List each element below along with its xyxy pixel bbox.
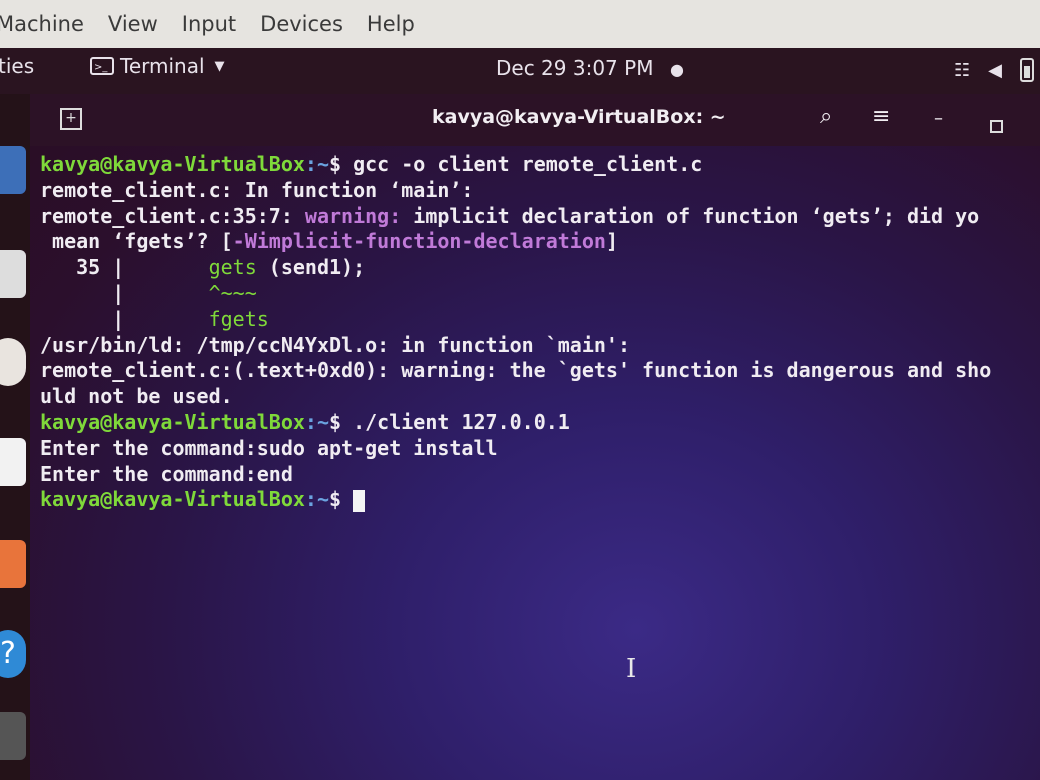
notification-dot-icon: ●: [670, 60, 684, 79]
mouse-ibeam-cursor-icon: I: [626, 654, 637, 684]
text-cursor: [353, 489, 366, 512]
warning-text: warning:: [304, 203, 402, 228]
highlight-text: gets: [208, 255, 257, 280]
menu-devices[interactable]: Devices: [260, 12, 343, 36]
command-text: $ ./client 127.0.0.1: [329, 409, 570, 434]
dock-show-apps-icon[interactable]: [0, 712, 26, 760]
app-menu-label: Terminal: [120, 54, 205, 78]
clock[interactable]: Dec 29 3:07 PM: [496, 56, 653, 80]
terminal-line: remote_client.c:(.text+0xd0): warning: t…: [40, 358, 1040, 384]
menu-input[interactable]: Input: [182, 12, 236, 36]
activities-button[interactable]: ties: [0, 54, 34, 78]
terminal-line: Enter the command:end: [40, 462, 1040, 488]
output-text: ]: [605, 229, 618, 254]
prompt-path: :~: [304, 487, 329, 512]
terminal-line: | fgets: [40, 307, 1040, 333]
terminal-line: remote_client.c:35:7: warning: implicit …: [40, 204, 1040, 230]
prompt-user: kavya@kavya-VirtualBox: [40, 487, 305, 512]
dock-app-icon[interactable]: [0, 146, 26, 194]
new-tab-icon[interactable]: +: [60, 108, 82, 130]
output-text: Enter the command:sudo apt-get install: [40, 435, 498, 460]
chevron-down-icon: ▼: [214, 58, 225, 74]
battery-icon: [1020, 58, 1034, 82]
minimize-icon[interactable]: –: [934, 108, 943, 129]
dock-writer-icon[interactable]: [0, 438, 26, 486]
output-text: |: [40, 306, 209, 331]
search-icon[interactable]: ⌕: [820, 104, 832, 129]
dock-files-icon[interactable]: [0, 250, 26, 298]
output-text: remote_client.c:(.text+0xd0): warning: t…: [40, 358, 992, 383]
prompt-path: :~: [304, 409, 329, 434]
terminal-line: mean ‘fgets’? [-Wimplicit-function-decla…: [40, 229, 1040, 255]
terminal-line: remote_client.c: In function ‘main’:: [40, 178, 1040, 204]
terminal-line: uld not be used.: [40, 384, 1040, 410]
output-text: uld not be used.: [40, 384, 233, 409]
hamburger-menu-icon[interactable]: ≡: [872, 104, 890, 129]
output-text: (send1);: [256, 255, 366, 280]
prompt-user: kavya@kavya-VirtualBox: [40, 152, 305, 176]
terminal-line: kavya@kavya-VirtualBox:~$ gcc -o client …: [40, 152, 1040, 178]
menu-view[interactable]: View: [108, 12, 158, 36]
terminal-line: | ^~~~: [40, 281, 1040, 307]
terminal-line: 35 | gets (send1);: [40, 255, 1040, 281]
app-menu[interactable]: >_ Terminal ▼: [90, 54, 225, 78]
system-tray[interactable]: ☷ ◀: [954, 58, 1034, 82]
top-panel: ties >_ Terminal ▼ Dec 29 3:07 PM ● ☷ ◀: [0, 48, 1040, 94]
menu-help[interactable]: Help: [367, 12, 415, 36]
dock-rhythmbox-icon[interactable]: [0, 338, 26, 386]
terminal-line: kavya@kavya-VirtualBox:~$: [40, 487, 1040, 513]
output-text: /usr/bin/ld: /tmp/ccN4YxDl.o: in functio…: [40, 332, 631, 357]
output-text: remote_client.c:35:7:: [40, 203, 305, 228]
command-text: $ gcc -o client remote_client.c: [329, 152, 703, 176]
window-title: kavya@kavya-VirtualBox: ~: [432, 106, 726, 128]
warning-text: -Wimplicit-function-declaration: [232, 229, 606, 254]
virtualbox-menubar: Machine View Input Devices Help: [0, 0, 1040, 48]
output-text: Enter the command:end: [40, 461, 293, 486]
command-text: $: [329, 487, 354, 512]
menu-machine[interactable]: Machine: [0, 12, 84, 36]
highlight-text: ^~~~: [208, 280, 257, 305]
terminal-icon: >_: [90, 57, 114, 75]
prompt-user: kavya@kavya-VirtualBox: [40, 409, 305, 434]
terminal-line: kavya@kavya-VirtualBox:~$ ./client 127.0…: [40, 410, 1040, 436]
dock-help-icon[interactable]: ?: [0, 630, 26, 678]
terminal-window: + kavya@kavya-VirtualBox: ~ ⌕ ≡ – kavya@…: [30, 94, 1040, 780]
output-text: |: [40, 280, 209, 305]
terminal-line: /usr/bin/ld: /tmp/ccN4YxDl.o: in functio…: [40, 333, 1040, 359]
maximize-icon[interactable]: [990, 120, 1003, 133]
output-text: mean ‘fgets’? [: [40, 229, 233, 254]
network-icon: ☷: [954, 59, 971, 81]
volume-icon: ◀: [988, 59, 1002, 81]
prompt-path: :~: [304, 152, 329, 176]
highlight-text: fgets: [208, 306, 269, 331]
output-text: 35 |: [40, 255, 209, 280]
terminal-output[interactable]: kavya@kavya-VirtualBox:~$ gcc -o client …: [40, 152, 1040, 513]
terminal-titlebar: + kavya@kavya-VirtualBox: ~ ⌕ ≡ –: [30, 94, 1040, 146]
dock-software-icon[interactable]: [0, 540, 26, 588]
dock: ?: [0, 94, 30, 780]
terminal-line: Enter the command:sudo apt-get install: [40, 436, 1040, 462]
output-text: implicit declaration of function ‘gets’;…: [401, 203, 980, 228]
output-text: remote_client.c: In function ‘main’:: [40, 177, 474, 202]
